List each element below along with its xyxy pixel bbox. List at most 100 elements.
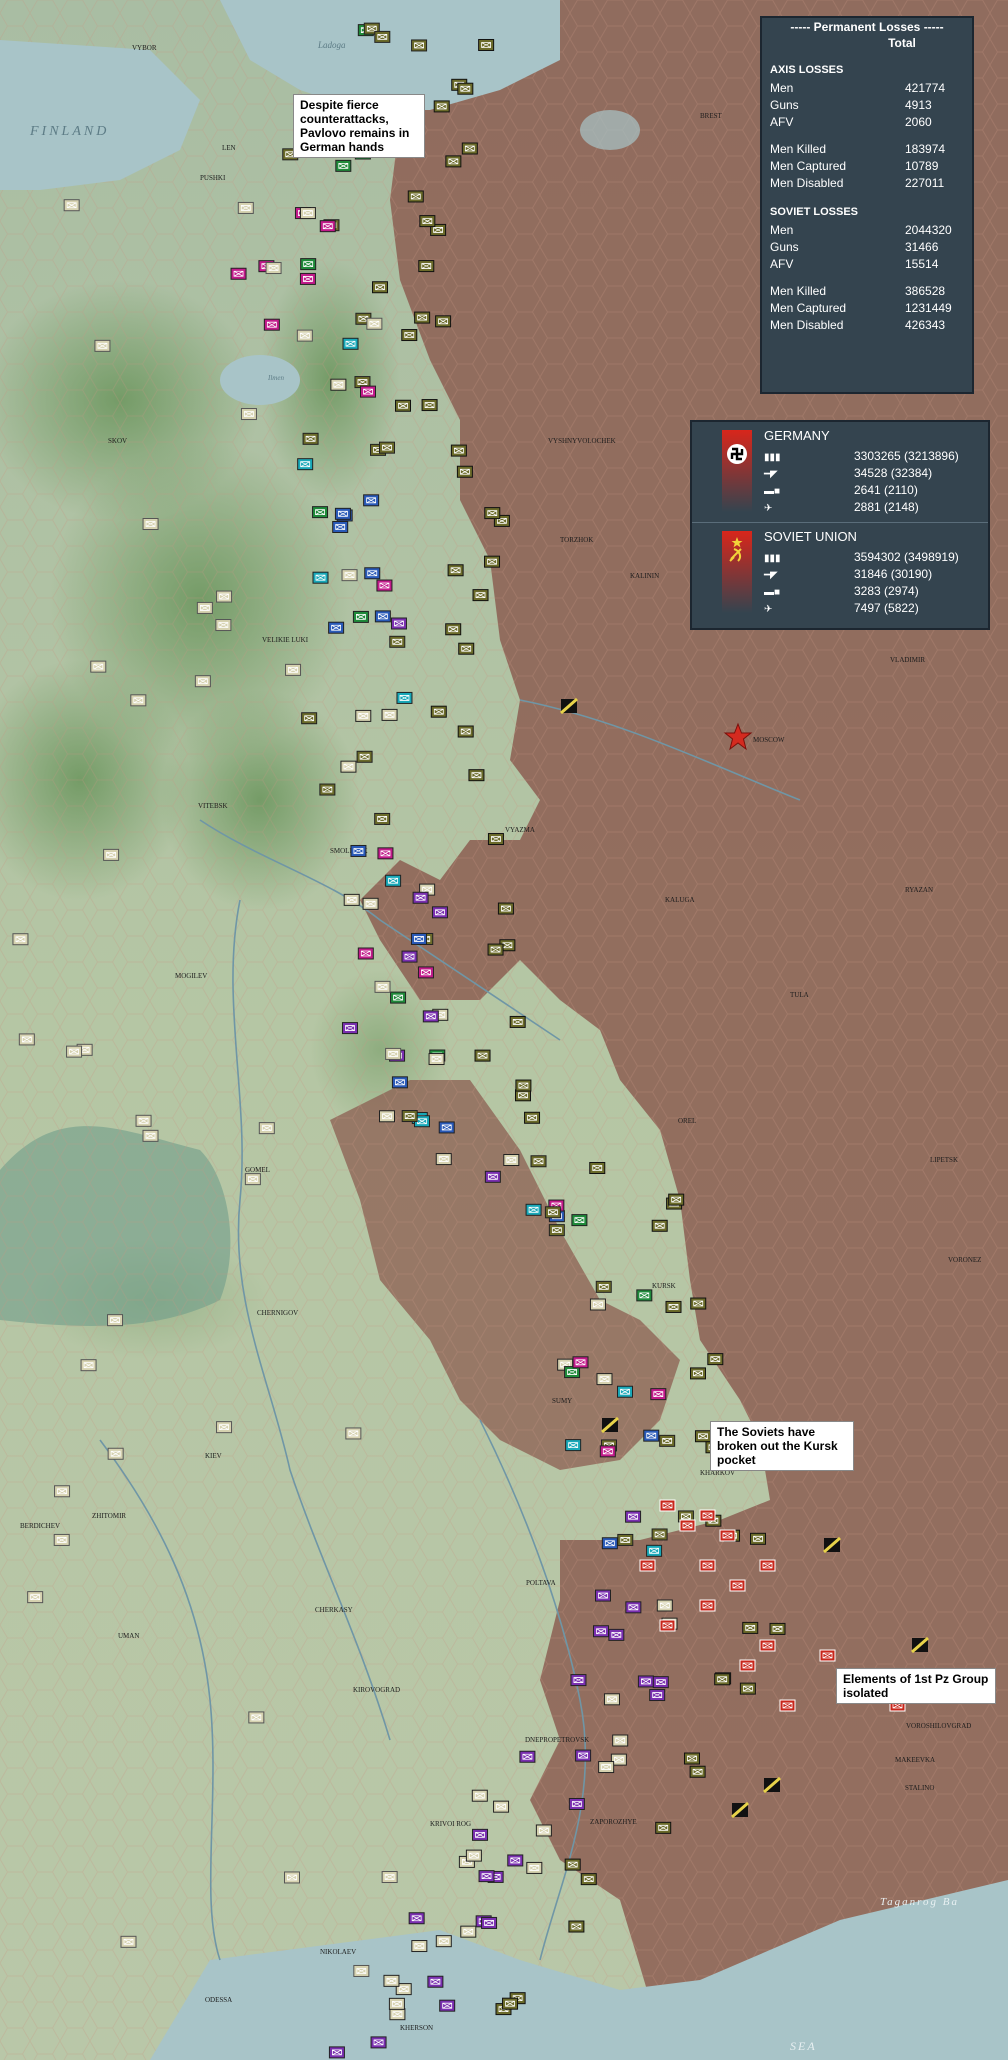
- unit-counter[interactable]: [612, 1734, 629, 1747]
- unit-counter[interactable]: [689, 1765, 706, 1778]
- unit-counter[interactable]: [80, 1359, 97, 1372]
- unit-counter[interactable]: [350, 844, 367, 857]
- unit-counter[interactable]: [435, 1153, 452, 1166]
- unit-counter[interactable]: [484, 555, 501, 568]
- unit-counter[interactable]: [428, 1053, 445, 1066]
- unit-counter[interactable]: [650, 1388, 667, 1401]
- unit-counter[interactable]: [568, 1797, 585, 1810]
- unit-counter[interactable]: [53, 1533, 70, 1546]
- unit-counter[interactable]: [216, 590, 233, 603]
- unit-counter[interactable]: [296, 329, 313, 342]
- unit-counter[interactable]: [636, 1289, 653, 1302]
- unit-counter[interactable]: [430, 705, 447, 718]
- unit-counter[interactable]: [526, 1861, 543, 1874]
- unit-counter[interactable]: [457, 725, 474, 738]
- unit-counter[interactable]: [103, 848, 120, 861]
- unit-counter[interactable]: [544, 1206, 561, 1219]
- unit-counter[interactable]: [427, 1975, 444, 1988]
- unit-counter[interactable]: [263, 318, 280, 331]
- unit-counter[interactable]: [215, 619, 232, 632]
- unit-counter[interactable]: [643, 1429, 660, 1442]
- unit-counter[interactable]: [739, 1659, 756, 1672]
- unit-counter[interactable]: [302, 432, 319, 445]
- unit-counter[interactable]: [595, 1280, 612, 1293]
- unit-counter[interactable]: [570, 1674, 587, 1687]
- unit-counter[interactable]: [699, 1599, 716, 1612]
- unit-counter[interactable]: [196, 601, 213, 614]
- unit-counter[interactable]: [244, 1173, 261, 1186]
- unit-counter[interactable]: [355, 709, 372, 722]
- unit-counter[interactable]: [342, 337, 359, 350]
- unit-counter[interactable]: [665, 1300, 682, 1313]
- unit-counter[interactable]: [66, 1045, 83, 1058]
- unit-counter[interactable]: [639, 1559, 656, 1572]
- unit-counter[interactable]: [411, 1940, 428, 1953]
- unit-counter[interactable]: [599, 1445, 616, 1458]
- unit-counter[interactable]: [580, 1873, 597, 1886]
- unit-counter[interactable]: [617, 1385, 634, 1398]
- unit-counter[interactable]: [655, 1821, 672, 1834]
- unit-counter[interactable]: [407, 190, 424, 203]
- unit-counter[interactable]: [699, 1559, 716, 1572]
- unit-counter[interactable]: [474, 1049, 491, 1062]
- unit-counter[interactable]: [335, 159, 352, 172]
- unit-counter[interactable]: [714, 1673, 731, 1686]
- unit-counter[interactable]: [63, 199, 80, 212]
- unit-counter[interactable]: [819, 1649, 836, 1662]
- unit-counter[interactable]: [299, 272, 316, 285]
- unit-counter[interactable]: [548, 1224, 565, 1237]
- unit-counter[interactable]: [377, 847, 394, 860]
- unit-counter[interactable]: [515, 1079, 532, 1092]
- unit-counter[interactable]: [519, 1750, 536, 1763]
- unit-counter[interactable]: [651, 1219, 668, 1232]
- unit-counter[interactable]: [435, 1935, 452, 1948]
- unit-counter[interactable]: [438, 1121, 455, 1134]
- unit-counter[interactable]: [360, 385, 377, 398]
- unit-counter[interactable]: [363, 494, 380, 507]
- unit-counter[interactable]: [699, 1509, 716, 1522]
- unit-counter[interactable]: [433, 100, 450, 113]
- unit-counter[interactable]: [502, 1997, 519, 2010]
- unit-counter[interactable]: [379, 441, 396, 454]
- unit-counter[interactable]: [381, 708, 398, 721]
- unit-counter[interactable]: [285, 663, 302, 676]
- unit-counter[interactable]: [410, 932, 427, 945]
- unit-counter[interactable]: [565, 1439, 582, 1452]
- unit-counter[interactable]: [456, 465, 473, 478]
- unit-counter[interactable]: [457, 82, 474, 95]
- unit-counter[interactable]: [353, 1964, 370, 1977]
- unit-counter[interactable]: [530, 1155, 547, 1168]
- unit-counter[interactable]: [366, 317, 383, 330]
- unit-counter[interactable]: [679, 1519, 696, 1532]
- unit-counter[interactable]: [414, 311, 431, 324]
- unit-counter[interactable]: [54, 1485, 71, 1498]
- unit-counter[interactable]: [689, 1367, 706, 1380]
- unit-counter[interactable]: [395, 399, 412, 412]
- unit-counter[interactable]: [385, 1047, 402, 1060]
- unit-counter[interactable]: [421, 399, 438, 412]
- unit-counter[interactable]: [352, 610, 369, 623]
- unit-counter[interactable]: [343, 893, 360, 906]
- unit-counter[interactable]: [568, 1920, 585, 1933]
- unit-counter[interactable]: [779, 1699, 796, 1712]
- unit-counter[interactable]: [472, 1828, 489, 1841]
- unit-counter[interactable]: [625, 1510, 642, 1523]
- unit-counter[interactable]: [465, 1849, 482, 1862]
- unit-counter[interactable]: [216, 1421, 233, 1434]
- unit-counter[interactable]: [759, 1639, 776, 1652]
- unit-counter[interactable]: [391, 1076, 408, 1089]
- unit-counter[interactable]: [94, 339, 111, 352]
- unit-counter[interactable]: [408, 1912, 425, 1925]
- unit-counter[interactable]: [12, 933, 29, 946]
- unit-counter[interactable]: [487, 833, 504, 846]
- unit-counter[interactable]: [381, 1871, 398, 1884]
- unit-counter[interactable]: [769, 1622, 786, 1635]
- unit-counter[interactable]: [411, 39, 428, 52]
- unit-counter[interactable]: [525, 1203, 542, 1216]
- unit-counter[interactable]: [637, 1675, 654, 1688]
- unit-counter[interactable]: [739, 1682, 756, 1695]
- unit-counter[interactable]: [356, 750, 373, 763]
- unit-counter[interactable]: [374, 30, 391, 43]
- unit-counter[interactable]: [107, 1447, 124, 1460]
- unit-counter[interactable]: [646, 1544, 663, 1557]
